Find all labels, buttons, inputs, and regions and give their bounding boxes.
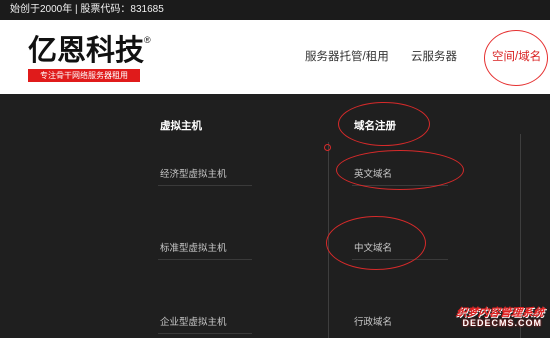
logo-name: 亿恩科技: [28, 33, 145, 67]
top-info-bar: 始创于2000年 | 股票代码：831685: [0, 0, 550, 20]
registered-mark: ®: [144, 35, 151, 45]
item-divider: [158, 259, 252, 260]
menu-item-standard-host[interactable]: 标准型虚拟主机: [160, 240, 227, 254]
page: 始创于2000年 | 股票代码：831685 亿恩科技 ® 专注骨干网络服务器租…: [0, 0, 550, 338]
annotation-circle-chinese-domain: [326, 216, 426, 270]
nav-server-hosting[interactable]: 服务器托管/租用: [305, 20, 389, 94]
site-header: 亿恩科技 ® 专注骨干网络服务器租用 服务器托管/租用 云服务器 空间/域名: [0, 20, 550, 94]
watermark-url: DEDECMS.COM: [462, 318, 542, 328]
annotation-dot: [324, 144, 331, 151]
nav-cloud-server[interactable]: 云服务器: [411, 20, 457, 94]
virtual-host-heading[interactable]: 虚拟主机: [160, 118, 202, 133]
highlight-circle: [484, 30, 548, 86]
annotation-circle-english-domain: [336, 150, 464, 190]
menu-item-economy-host[interactable]: 经济型虚拟主机: [160, 166, 227, 180]
site-logo[interactable]: 亿恩科技 ® 专注骨干网络服务器租用: [28, 34, 164, 90]
item-divider: [158, 185, 252, 186]
watermark: 织梦内容管理系统 DEDECMS.COM: [432, 300, 550, 338]
menu-item-admin-domain[interactable]: 行政域名: [354, 314, 392, 328]
annotation-circle-domain-heading: [338, 102, 430, 146]
since-text: 始创于2000年 | 股票代码：831685: [10, 4, 164, 15]
item-divider: [158, 333, 252, 334]
menu-item-enterprise-host[interactable]: 企业型虚拟主机: [160, 314, 227, 328]
logo-tagline: 专注骨干网络服务器租用: [28, 69, 140, 82]
